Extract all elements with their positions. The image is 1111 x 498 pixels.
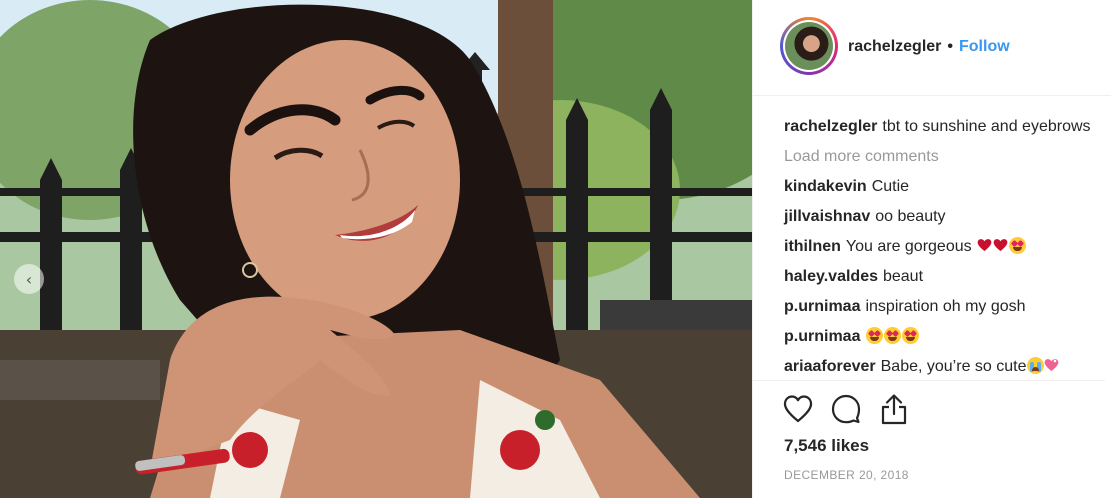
comment-bubble-icon (831, 394, 861, 424)
post-photo[interactable]: ‹ (0, 0, 752, 498)
divider (753, 380, 1105, 381)
share-button[interactable] (877, 392, 911, 426)
comment-text: beaut (882, 268, 924, 285)
avatar-frame (783, 20, 835, 72)
header-separator: • (947, 38, 953, 55)
avatar-image (785, 22, 833, 70)
comment-item: p.urnimaa inspiration oh my gosh (784, 292, 1111, 322)
photo-illustration (0, 0, 752, 498)
caption-text: tbt to sunshine and eyebrows (882, 118, 1091, 135)
instagram-post: ‹ rachelzegler • Follow rachelzegler tbt … (0, 0, 1111, 498)
heart-eyes-emoji-icon (902, 327, 920, 344)
chevron-left-icon[interactable]: ‹ (14, 264, 44, 294)
comment-username[interactable]: jillvaishnav (784, 208, 870, 225)
comment-text: Babe, you’re so cute (880, 358, 1027, 375)
comment-username[interactable]: p.urnimaa (784, 328, 860, 345)
follow-button[interactable]: Follow (959, 38, 1010, 56)
sparkling-heart-emoji-icon (1044, 359, 1058, 371)
post-header: rachelzegler • Follow (753, 0, 1111, 96)
caption-username[interactable]: rachelzegler (784, 118, 877, 135)
heart-eyes-emoji-icon (866, 327, 884, 344)
red-heart-emoji-icon (977, 239, 992, 251)
comment-text: oo beauty (875, 208, 946, 225)
post-date[interactable]: DECEMBER 20, 2018 (784, 468, 909, 482)
load-more-comments-button[interactable]: Load more comments (784, 142, 1111, 172)
comment-item: ithilnen You are gorgeous (784, 232, 1111, 262)
comment-item: p.urnimaa (784, 322, 1111, 352)
header-user-row: rachelzegler • Follow (848, 38, 1010, 56)
comment-item: kindakevin Cutie (784, 172, 1111, 202)
comment-item: jillvaishnav oo beauty (784, 202, 1111, 232)
comments-list: rachelzegler tbt to sunshine and eyebrows… (784, 112, 1111, 382)
comment-text: inspiration oh my gosh (865, 298, 1026, 315)
heart-eyes-emoji-icon (884, 327, 902, 344)
like-button[interactable] (781, 392, 815, 426)
comment-username[interactable]: haley.valdes (784, 268, 878, 285)
comment-username[interactable]: ariaaforever (784, 358, 876, 375)
comment-username[interactable]: p.urnimaa (784, 298, 860, 315)
comment-button[interactable] (829, 392, 863, 426)
caption: rachelzegler tbt to sunshine and eyebrows (784, 112, 1111, 142)
action-bar (781, 392, 911, 426)
comment-item: haley.valdes beaut (784, 262, 1111, 292)
heart-outline-icon (783, 395, 813, 423)
comment-username[interactable]: ithilnen (784, 238, 841, 255)
crying-face-emoji-icon (1026, 357, 1044, 374)
red-heart-emoji-icon (993, 239, 1008, 251)
header-username[interactable]: rachelzegler (848, 38, 941, 56)
avatar[interactable] (780, 17, 838, 75)
heart-eyes-emoji-icon (1009, 237, 1027, 254)
comment-item: ariaaforever Babe, you’re so cute (784, 352, 1111, 382)
comment-text: You are gorgeous (845, 238, 972, 255)
share-upload-icon (881, 394, 907, 425)
comment-text: Cutie (871, 178, 910, 195)
post-side-panel: rachelzegler • Follow rachelzegler tbt to… (752, 0, 1111, 498)
comment-username[interactable]: kindakevin (784, 178, 867, 195)
likes-count[interactable]: 7,546 likes (784, 436, 869, 456)
